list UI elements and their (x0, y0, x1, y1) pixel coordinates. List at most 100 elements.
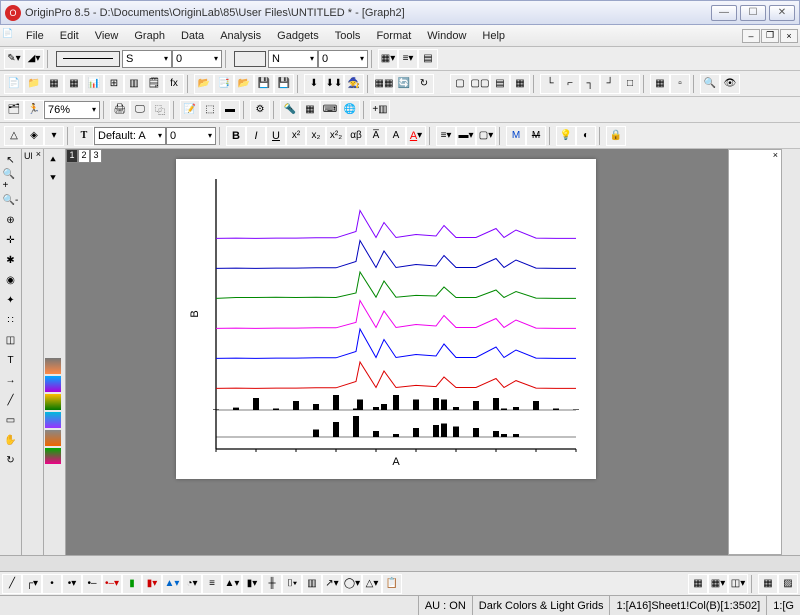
underline-icon[interactable]: U (266, 126, 286, 146)
text-icon[interactable]: T (2, 351, 20, 369)
digitize-icon[interactable]: 🔦 (280, 100, 300, 120)
scatter-icon[interactable]: • (42, 574, 62, 594)
mdi-restore[interactable]: ❐ (761, 29, 779, 43)
overview-icon[interactable]: 👁 (720, 74, 740, 94)
reader-icon[interactable]: ✛ (2, 231, 20, 249)
new-func-icon[interactable]: fx (164, 74, 184, 94)
select-data-icon[interactable]: ✦ (2, 291, 20, 309)
menu-tools[interactable]: Tools (327, 28, 369, 44)
multi-y-icon[interactable]: ≡ (202, 574, 222, 594)
duplicate-icon[interactable]: ⿻ (150, 100, 170, 120)
print-icon[interactable]: 🖨 (110, 100, 130, 120)
vector-icon[interactable]: ↗▾ (322, 574, 342, 594)
new-folder-icon[interactable]: 📁 (24, 74, 44, 94)
merge-icon[interactable]: ▦ (510, 74, 530, 94)
palette3-icon[interactable] (44, 393, 62, 411)
light-icon[interactable]: 💡 (556, 126, 576, 146)
layer-tab-1[interactable]: 1 (66, 149, 78, 163)
rescale-icon[interactable]: ⊕ (2, 211, 20, 229)
menu-window[interactable]: Window (419, 28, 474, 44)
table-icon[interactable]: ▦▾ (378, 49, 398, 69)
region-icon[interactable]: ◫ (2, 331, 20, 349)
mask-tool-icon[interactable]: ∷ (2, 311, 20, 329)
surface-icon[interactable]: ▦▾ (708, 574, 728, 594)
close-button[interactable]: ✕ (769, 5, 795, 21)
line-style-icon[interactable]: ≡▾ (398, 49, 418, 69)
font-combo[interactable]: Default: A▾ (94, 127, 166, 145)
template-icon[interactable]: 📑 (214, 74, 234, 94)
bar-icon[interactable]: ▮▾ (142, 574, 162, 594)
line-icon[interactable]: ╱ (2, 391, 20, 409)
menu-gadgets[interactable]: Gadgets (269, 28, 327, 44)
fill-pattern[interactable] (234, 51, 266, 67)
new-layer-icon[interactable]: ▢ (450, 74, 470, 94)
pie-icon[interactable]: ◔▾ (182, 574, 202, 594)
italic-icon[interactable]: I (246, 126, 266, 146)
layer-tab-2[interactable]: 2 (78, 149, 90, 163)
import-multi-icon[interactable]: ⬇⬇ (324, 74, 344, 94)
rect-icon[interactable]: ▭ (2, 411, 20, 429)
fontsize-combo[interactable]: 0▾ (166, 127, 216, 145)
new-workbook-icon[interactable]: ▦ (44, 74, 64, 94)
fill-icon[interactable]: ◢▾ (24, 49, 44, 69)
menu-data[interactable]: Data (173, 28, 212, 44)
pointer-icon[interactable]: ↖ (2, 151, 20, 169)
increase-font-icon[interactable]: A̅ (366, 126, 386, 146)
slide-icon[interactable]: 🖵 (130, 100, 150, 120)
contour-icon[interactable]: ▦ (688, 574, 708, 594)
axis-rl-icon[interactable]: ┘ (600, 74, 620, 94)
inset-icon[interactable]: ▫ (670, 74, 690, 94)
add-col-icon[interactable]: +▥ (370, 100, 390, 120)
menu-help[interactable]: Help (474, 28, 513, 44)
peaks-icon[interactable]: 🌐 (340, 100, 360, 120)
menu-view[interactable]: View (87, 28, 127, 44)
greek-icon[interactable]: αβ (346, 126, 366, 146)
import-icon[interactable]: ⬇ (304, 74, 324, 94)
horizontal-scroll[interactable] (0, 555, 800, 571)
add-layer-icon[interactable]: ▢▢ (470, 74, 490, 94)
column-icon[interactable]: ▮ (122, 574, 142, 594)
antialias-icon[interactable]: ◐ (576, 126, 596, 146)
axis-bl-icon[interactable]: └ (540, 74, 560, 94)
new-graph-icon[interactable]: 📊 (84, 74, 104, 94)
menu-format[interactable]: Format (368, 28, 419, 44)
new-notes-icon[interactable]: 🗒 (144, 74, 164, 94)
screen-reader-icon[interactable]: ✱ (2, 251, 20, 269)
ternary-icon[interactable]: △▾ (362, 574, 382, 594)
line-style-combo[interactable]: S▾ (122, 50, 172, 68)
supersub-icon[interactable]: x²₂ (326, 126, 346, 146)
line-pattern[interactable] (56, 51, 120, 67)
compile-icon[interactable]: ▬ (220, 100, 240, 120)
menu-edit[interactable]: Edit (52, 28, 87, 44)
palette5-icon[interactable] (44, 429, 62, 447)
new-matrix-icon[interactable]: ⊞ (104, 74, 124, 94)
3d-bars-icon[interactable]: ◫▾ (728, 574, 748, 594)
data-reader-icon[interactable]: ◉ (2, 271, 20, 289)
scrollup-icon[interactable]: ⯅ (44, 151, 62, 169)
palette1-icon[interactable] (44, 357, 62, 375)
menu-graph[interactable]: Graph (126, 28, 173, 44)
axis-bt-icon[interactable]: ┐ (580, 74, 600, 94)
mdi-close[interactable]: × (780, 29, 798, 43)
right-panel-close-icon[interactable]: × (773, 150, 778, 160)
scrolldown-icon[interactable]: ⯆ (44, 169, 62, 187)
superscript-icon[interactable]: x² (286, 126, 306, 146)
line-color-icon[interactable]: ≡▾ (436, 126, 456, 146)
recalc-icon[interactable]: 🔄 (394, 74, 414, 94)
code-icon[interactable]: ⬚ (200, 100, 220, 120)
image-icon[interactable]: ▦ (758, 574, 778, 594)
font-color-icon[interactable]: A▾ (406, 126, 426, 146)
copy-format-icon[interactable]: △ (4, 126, 24, 146)
refresh-icon[interactable]: ↻ (414, 74, 434, 94)
batch-icon[interactable]: ▦▦ (374, 74, 394, 94)
area-icon[interactable]: ▲▾ (162, 574, 182, 594)
rotate-icon[interactable]: ↻ (2, 451, 20, 469)
line-plot-icon[interactable]: ╱ (2, 574, 22, 594)
fill-style-combo[interactable]: N▾ (268, 50, 318, 68)
text-tool-icon[interactable]: T (74, 126, 94, 146)
polar-icon[interactable]: ◯▾ (342, 574, 362, 594)
decrease-font-icon[interactable]: A (386, 126, 406, 146)
subscript-icon[interactable]: x₂ (306, 126, 326, 146)
line-size-combo[interactable]: 0▾ (172, 50, 222, 68)
mdi-minimize[interactable]: – (742, 29, 760, 43)
